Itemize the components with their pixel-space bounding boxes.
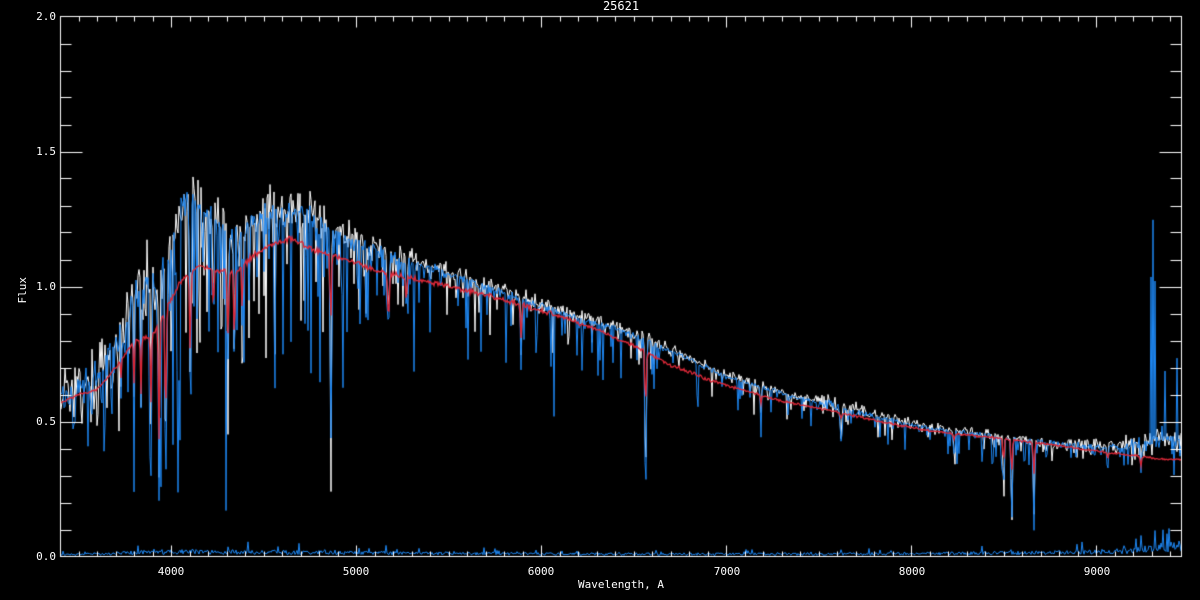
y-axis-label: Flux	[15, 276, 29, 304]
y-tick-label-15: 1.5	[36, 145, 56, 158]
x-tick-label-9000: 9000	[1083, 565, 1111, 578]
x-tick-label-8000: 8000	[898, 565, 926, 578]
spectrum-canvas	[0, 0, 1200, 600]
y-tick-label-05: 0.5	[36, 415, 56, 428]
x-tick-label-5000: 5000	[342, 565, 370, 578]
y-tick-label-00: 0.0	[36, 550, 56, 563]
y-axis-label-box: Flux	[14, 258, 30, 322]
spectrum-plot: 25621 2.0 1.5 1.0 0.5 0.0 4000 5000 6000…	[0, 0, 1200, 600]
x-axis-label: Wavelength, A	[577, 578, 665, 591]
x-tick-label-6000: 6000	[527, 565, 555, 578]
plot-title: 25621	[602, 0, 640, 13]
x-tick-label-4000: 4000	[157, 565, 185, 578]
x-tick-label-7000: 7000	[713, 565, 741, 578]
y-tick-label-20: 2.0	[36, 10, 56, 23]
